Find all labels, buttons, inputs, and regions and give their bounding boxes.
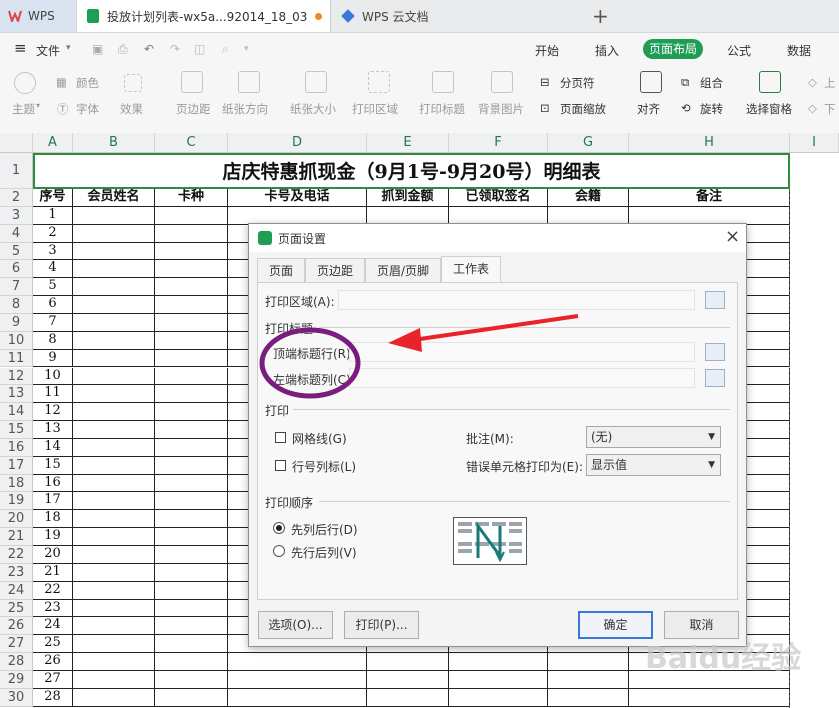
annotation-overlay: [259, 314, 579, 399]
annotation-ellipse: [259, 327, 361, 399]
baidu-watermark: Baidu经验: [645, 641, 802, 676]
annotation-arrow-shaft: [402, 314, 579, 346]
annotation-arrow-head-icon: [388, 328, 422, 352]
